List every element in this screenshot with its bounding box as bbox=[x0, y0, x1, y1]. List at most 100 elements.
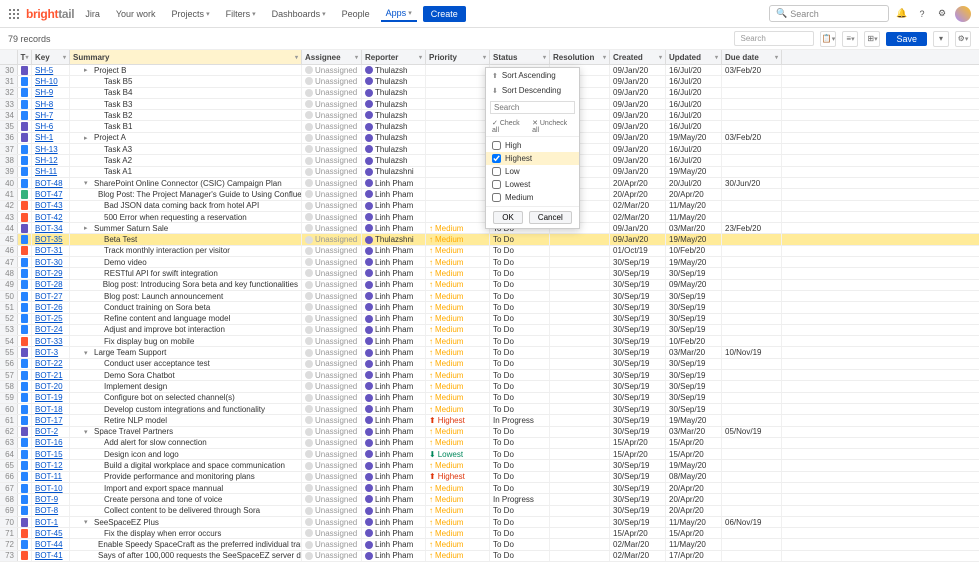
summary-cell[interactable]: Blog Post: The Project Manager's Guide t… bbox=[70, 189, 302, 199]
status-cell[interactable]: To Do bbox=[490, 404, 550, 414]
summary-cell[interactable]: Import and export space mannual bbox=[70, 483, 302, 493]
reporter-cell[interactable]: Linh Pham bbox=[362, 359, 426, 369]
key-link[interactable]: BOT-25 bbox=[35, 314, 63, 323]
duedate-cell[interactable]: 23/Feb/20 bbox=[722, 223, 782, 233]
assignee-cell[interactable]: Unassigned bbox=[302, 212, 362, 222]
nav-product[interactable]: Jira bbox=[80, 7, 105, 21]
priority-cell[interactable] bbox=[426, 155, 490, 165]
status-cell[interactable]: In Progress bbox=[490, 415, 550, 425]
key-link[interactable]: BOT-45 bbox=[35, 529, 63, 538]
status-cell[interactable]: To Do bbox=[490, 539, 550, 549]
status-cell[interactable]: To Do bbox=[490, 336, 550, 346]
status-cell[interactable]: To Do bbox=[490, 449, 550, 459]
key-link[interactable]: BOT-47 bbox=[35, 190, 63, 199]
priority-cell[interactable]: ↑Medium bbox=[426, 291, 490, 301]
duedate-cell[interactable] bbox=[722, 201, 782, 211]
summary-cell[interactable]: ▸Project B bbox=[70, 65, 302, 75]
priority-cell[interactable]: ↑Medium bbox=[426, 325, 490, 335]
reporter-cell[interactable]: Linh Pham bbox=[362, 539, 426, 549]
summary-cell[interactable]: Task A3 bbox=[70, 144, 302, 154]
status-cell[interactable]: To Do bbox=[490, 460, 550, 470]
reporter-cell[interactable]: Linh Pham bbox=[362, 506, 426, 516]
status-cell[interactable]: To Do bbox=[490, 291, 550, 301]
table-row[interactable]: 63BOT-16Add alert for slow connectionUna… bbox=[0, 438, 979, 449]
summary-cell[interactable]: Implement design bbox=[70, 381, 302, 391]
status-cell[interactable]: To Do bbox=[490, 246, 550, 256]
assignee-cell[interactable]: Unassigned bbox=[302, 99, 362, 109]
table-row[interactable]: 60BOT-18Develop custom integrations and … bbox=[0, 404, 979, 415]
columns-button[interactable]: ≡▾ bbox=[842, 31, 858, 47]
key-link[interactable]: BOT-34 bbox=[35, 224, 63, 233]
duedate-cell[interactable] bbox=[722, 246, 782, 256]
status-cell[interactable]: In Progress bbox=[490, 494, 550, 504]
reporter-cell[interactable]: Linh Pham bbox=[362, 528, 426, 538]
status-cell[interactable]: To Do bbox=[490, 551, 550, 561]
expand-icon[interactable]: ▸ bbox=[84, 134, 90, 142]
summary-cell[interactable]: Task B2 bbox=[70, 110, 302, 120]
sort-ascending[interactable]: ⬆Sort Ascending bbox=[486, 68, 579, 83]
summary-cell[interactable]: Task B1 bbox=[70, 121, 302, 131]
duedate-cell[interactable] bbox=[722, 404, 782, 414]
user-avatar[interactable] bbox=[955, 6, 971, 22]
duedate-cell[interactable] bbox=[722, 460, 782, 470]
table-row[interactable]: 72BOT-44Enable Speedy SpaceCraft as the … bbox=[0, 539, 979, 550]
reporter-cell[interactable]: Linh Pham bbox=[362, 393, 426, 403]
status-cell[interactable]: To Do bbox=[490, 381, 550, 391]
reporter-cell[interactable]: Linh Pham bbox=[362, 438, 426, 448]
key-link[interactable]: BOT-9 bbox=[35, 495, 58, 504]
summary-cell[interactable]: Configure bot on selected channel(s) bbox=[70, 393, 302, 403]
summary-cell[interactable]: Provide performance and monitoring plans bbox=[70, 472, 302, 482]
filter-option-low[interactable]: Low bbox=[486, 165, 579, 178]
priority-cell[interactable]: ↑Medium bbox=[426, 404, 490, 414]
summary-cell[interactable]: Task A1 bbox=[70, 167, 302, 177]
duedate-cell[interactable] bbox=[722, 99, 782, 109]
duedate-cell[interactable] bbox=[722, 528, 782, 538]
table-row[interactable]: 64BOT-15Design icon and logoUnassignedLi… bbox=[0, 449, 979, 460]
status-cell[interactable]: To Do bbox=[490, 302, 550, 312]
assignee-cell[interactable]: Unassigned bbox=[302, 234, 362, 244]
priority-cell[interactable] bbox=[426, 167, 490, 177]
table-row[interactable]: 67BOT-10Import and export space mannualU… bbox=[0, 483, 979, 494]
reporter-cell[interactable]: Linh Pham bbox=[362, 257, 426, 267]
summary-cell[interactable]: Demo video bbox=[70, 257, 302, 267]
key-link[interactable]: BOT-26 bbox=[35, 303, 63, 312]
summary-cell[interactable]: 500 Error when requesting a reservation bbox=[70, 212, 302, 222]
assignee-cell[interactable]: Unassigned bbox=[302, 144, 362, 154]
filter-option-high[interactable]: High bbox=[486, 139, 579, 152]
create-button[interactable]: Create bbox=[423, 6, 466, 22]
duedate-cell[interactable] bbox=[722, 257, 782, 267]
assignee-cell[interactable]: Unassigned bbox=[302, 460, 362, 470]
key-link[interactable]: BOT-42 bbox=[35, 213, 63, 222]
reporter-cell[interactable]: Linh Pham bbox=[362, 291, 426, 301]
assignee-cell[interactable]: Unassigned bbox=[302, 427, 362, 437]
key-link[interactable]: BOT-8 bbox=[35, 506, 58, 515]
save-button[interactable]: Save bbox=[886, 32, 927, 46]
priority-cell[interactable]: ↑Medium bbox=[426, 223, 490, 233]
duedate-cell[interactable]: 30/Jun/20 bbox=[722, 178, 782, 188]
expand-button[interactable]: ⊞▾ bbox=[864, 31, 880, 47]
duedate-cell[interactable] bbox=[722, 551, 782, 561]
nav-filters[interactable]: Filters▾ bbox=[221, 7, 261, 21]
reporter-cell[interactable]: Thulazsh bbox=[362, 76, 426, 86]
priority-cell[interactable]: ↑Medium bbox=[426, 460, 490, 470]
table-row[interactable]: 47BOT-30Demo videoUnassignedLinh Pham↑Me… bbox=[0, 257, 979, 268]
summary-cell[interactable]: Demo Sora Chatbot bbox=[70, 370, 302, 380]
assignee-cell[interactable]: Unassigned bbox=[302, 189, 362, 199]
priority-cell[interactable] bbox=[426, 65, 490, 75]
assignee-cell[interactable]: Unassigned bbox=[302, 325, 362, 335]
duedate-cell[interactable] bbox=[722, 144, 782, 154]
expand-icon[interactable]: ▾ bbox=[84, 428, 90, 436]
filter-option-lowest[interactable]: Lowest bbox=[486, 178, 579, 191]
table-row[interactable]: 69BOT-8Collect content to be delivered t… bbox=[0, 506, 979, 517]
expand-icon[interactable]: ▾ bbox=[84, 179, 90, 187]
priority-cell[interactable]: ↑Medium bbox=[426, 268, 490, 278]
key-link[interactable]: SH-11 bbox=[35, 167, 57, 176]
assignee-cell[interactable]: Unassigned bbox=[302, 167, 362, 177]
priority-cell[interactable]: ↑Medium bbox=[426, 551, 490, 561]
priority-cell[interactable]: ↑Medium bbox=[426, 246, 490, 256]
summary-cell[interactable]: Track monthly interaction per visitor bbox=[70, 246, 302, 256]
priority-cell[interactable]: ↑Medium bbox=[426, 427, 490, 437]
summary-cell[interactable]: ▸Project A bbox=[70, 133, 302, 143]
priority-cell[interactable]: ↑Medium bbox=[426, 370, 490, 380]
more-options-button[interactable]: ⚙▾ bbox=[955, 31, 971, 47]
